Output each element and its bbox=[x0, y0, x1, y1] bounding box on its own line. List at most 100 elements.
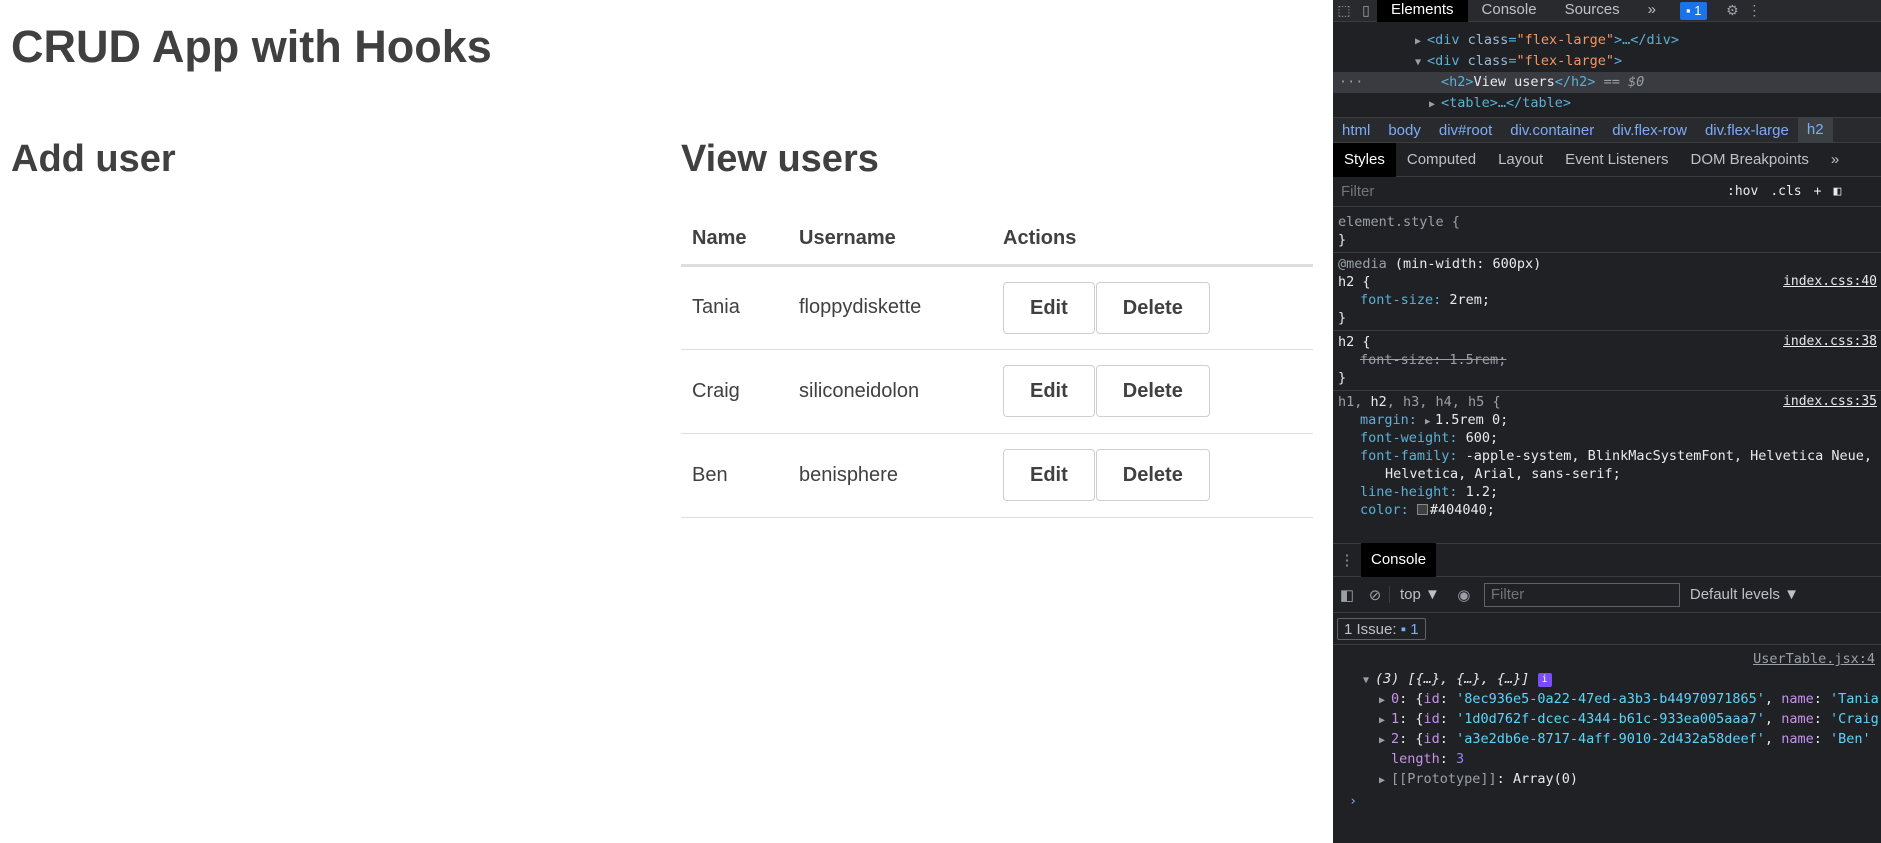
device-toggle-icon[interactable]: ▯ bbox=[1355, 0, 1377, 22]
style-declaration[interactable]: font-family: -apple-system, BlinkMacSyst… bbox=[1338, 447, 1877, 465]
rule-selector[interactable]: h1, h2, h3, h4, h5 {index.css:35 bbox=[1338, 393, 1877, 411]
dom-node-flex-large-expanded[interactable]: ▼ <div class="flex-large"> bbox=[1333, 51, 1881, 72]
delete-button[interactable]: Delete bbox=[1095, 365, 1210, 417]
console-output: UserTable.jsx:4 ▼ (3) [{…}, {…}, {…}] i ▶… bbox=[1333, 645, 1881, 813]
delete-button[interactable]: Delete bbox=[1095, 449, 1210, 501]
live-expression-eye-icon[interactable]: ◉ bbox=[1450, 586, 1478, 604]
style-rule-h2-overridden: h2 {index.css:38 font-size: 1.5rem; } bbox=[1333, 331, 1881, 391]
inspect-element-icon[interactable]: ⬚ bbox=[1333, 0, 1355, 22]
more-options-icon[interactable]: ⋮ bbox=[1743, 0, 1765, 22]
issue-count: 1 bbox=[1694, 2, 1702, 18]
expand-arrow-icon[interactable]: ▶ bbox=[1415, 31, 1427, 52]
rule-selector[interactable]: element.style { bbox=[1338, 213, 1877, 231]
tab-layout[interactable]: Layout bbox=[1487, 143, 1554, 177]
style-declaration[interactable]: margin: ▶ 1.5rem 0; bbox=[1338, 411, 1877, 429]
delete-button[interactable]: Delete bbox=[1095, 281, 1210, 334]
more-subtabs-button[interactable]: » bbox=[1820, 143, 1850, 177]
hover-state-toggle[interactable]: :hov bbox=[1721, 184, 1764, 199]
style-declaration-continued: Helvetica, Arial, sans-serif; bbox=[1385, 466, 1621, 482]
issues-badge[interactable]: ▪ 1 bbox=[1679, 1, 1708, 20]
user-username-cell: siliconeidolon bbox=[788, 349, 992, 434]
rule-close: } bbox=[1338, 232, 1347, 248]
page-title: CRUD App with Hooks bbox=[11, 21, 492, 72]
console-toolbar: ◧ ⊘ top ▼ ◉ Default levels ▼ bbox=[1333, 577, 1881, 613]
source-link[interactable]: index.css:38 bbox=[1783, 333, 1877, 351]
source-link[interactable]: index.css:40 bbox=[1783, 273, 1877, 291]
drawer-tabs: ⋮ Console bbox=[1333, 543, 1881, 577]
issue-icon: ▪ bbox=[1685, 2, 1691, 18]
drawer-tab-console[interactable]: Console bbox=[1361, 543, 1437, 577]
table-row: Tania floppydiskette Edit Delete bbox=[681, 265, 1313, 350]
console-prompt[interactable]: › bbox=[1333, 789, 1881, 813]
source-link[interactable]: UserTable.jsx:4 bbox=[1753, 651, 1875, 667]
breadcrumb: html body div#root div.container div.fle… bbox=[1333, 117, 1881, 143]
breadcrumb-root[interactable]: div#root bbox=[1430, 122, 1501, 139]
color-swatch[interactable] bbox=[1416, 504, 1428, 515]
column-header-username: Username bbox=[788, 214, 992, 267]
style-rule-media-h2: @media (min-width: 600px) h2 {index.css:… bbox=[1333, 253, 1881, 331]
actions-cell: Edit Delete bbox=[992, 433, 1313, 518]
style-declaration-overridden[interactable]: font-size: 1.5rem; bbox=[1338, 351, 1877, 369]
node-actions-icon[interactable]: ··· bbox=[1339, 72, 1363, 93]
tab-elements[interactable]: Elements bbox=[1377, 0, 1468, 22]
style-declaration[interactable]: font-size: 2rem; bbox=[1338, 291, 1877, 309]
dom-node-h2-selected[interactable]: ··· <h2>View users</h2> == $0 bbox=[1333, 72, 1881, 93]
drawer-menu-icon[interactable]: ⋮ bbox=[1333, 551, 1361, 569]
edit-button[interactable]: Edit bbox=[1003, 281, 1095, 334]
table-header-row: Name Username Actions bbox=[681, 214, 1313, 267]
style-declaration[interactable]: color: #404040; bbox=[1338, 501, 1877, 519]
tab-computed[interactable]: Computed bbox=[1396, 143, 1487, 177]
clear-console-icon[interactable]: ⊘ bbox=[1361, 586, 1389, 604]
breadcrumb-h2[interactable]: h2 bbox=[1797, 117, 1833, 143]
console-array-item[interactable]: ▶ 0: {id: '8ec936e5-0a22-47ed-a3b3-b44970… bbox=[1333, 689, 1881, 709]
add-user-heading: Add user bbox=[11, 138, 176, 180]
style-declaration[interactable]: font-weight: 600; bbox=[1338, 429, 1877, 447]
class-toggle[interactable]: .cls bbox=[1764, 184, 1807, 199]
style-rule-headings: h1, h2, h3, h4, h5 {index.css:35 margin:… bbox=[1333, 391, 1881, 522]
source-link[interactable]: index.css:35 bbox=[1783, 393, 1877, 411]
console-array-item[interactable]: ▶ 1: {id: '1d0d762f-dcec-4344-b61c-933ea0… bbox=[1333, 709, 1881, 729]
dom-node-table[interactable]: ▶ <table>…</table> bbox=[1333, 93, 1881, 114]
context-selector[interactable]: top ▼ bbox=[1389, 586, 1450, 603]
log-levels-dropdown[interactable]: Default levels ▼ bbox=[1680, 586, 1799, 603]
user-username-cell: benisphere bbox=[788, 433, 992, 518]
console-array-summary[interactable]: ▼ (3) [{…}, {…}, {…}] i bbox=[1333, 669, 1881, 689]
toggle-sidebar-icon[interactable]: ◧ bbox=[1827, 184, 1847, 199]
info-icon[interactable]: i bbox=[1537, 673, 1552, 687]
breadcrumb-body[interactable]: body bbox=[1379, 122, 1430, 139]
collapse-arrow-icon[interactable]: ▼ bbox=[1363, 671, 1375, 691]
console-sidebar-icon[interactable]: ◧ bbox=[1333, 586, 1361, 604]
breadcrumb-html[interactable]: html bbox=[1333, 122, 1379, 139]
rule-selector[interactable]: h2 {index.css:38 bbox=[1338, 333, 1877, 351]
table-row: Ben benisphere Edit Delete bbox=[681, 433, 1313, 518]
console-filter-input[interactable] bbox=[1483, 582, 1680, 607]
style-declaration[interactable]: line-height: 1.2; bbox=[1338, 483, 1877, 501]
view-users-heading: View users bbox=[681, 138, 879, 180]
tab-dom-breakpoints[interactable]: DOM Breakpoints bbox=[1680, 143, 1820, 177]
breadcrumb-flex-large[interactable]: div.flex-large bbox=[1696, 122, 1798, 139]
user-name-cell: Tania bbox=[681, 265, 788, 350]
issues-row: 1 Issue: ▪ 1 bbox=[1333, 613, 1881, 645]
rule-selector[interactable]: h2 {index.css:40 bbox=[1338, 273, 1877, 291]
edit-button[interactable]: Edit bbox=[1003, 365, 1095, 417]
dom-node-flex-large-collapsed[interactable]: ▶ <div class="flex-large">…</div> bbox=[1333, 30, 1881, 51]
tab-console[interactable]: Console bbox=[1468, 0, 1551, 22]
styles-filter-input[interactable] bbox=[1333, 179, 1721, 204]
console-array-item[interactable]: ▶ 2: {id: 'a3e2db6e-8717-4aff-9010-2d432a… bbox=[1333, 729, 1881, 749]
breadcrumb-container[interactable]: div.container bbox=[1501, 122, 1603, 139]
more-tabs-button[interactable]: » bbox=[1634, 0, 1670, 22]
style-rule-element: element.style { } bbox=[1333, 211, 1881, 253]
collapse-arrow-icon[interactable]: ▼ bbox=[1415, 52, 1427, 73]
tab-event-listeners[interactable]: Event Listeners bbox=[1554, 143, 1679, 177]
table-row: Craig siliconeidolon Edit Delete bbox=[681, 349, 1313, 434]
new-rule-icon[interactable]: + bbox=[1808, 184, 1828, 199]
breadcrumb-flex-row[interactable]: div.flex-row bbox=[1603, 122, 1696, 139]
user-name-cell: Craig bbox=[681, 349, 788, 434]
tab-sources[interactable]: Sources bbox=[1551, 0, 1634, 22]
edit-button[interactable]: Edit bbox=[1003, 449, 1095, 501]
settings-gear-icon[interactable]: ⚙ bbox=[1721, 0, 1743, 22]
issues-link[interactable]: 1 Issue: ▪ 1 bbox=[1337, 617, 1426, 640]
console-array-prototype[interactable]: ▶ [[Prototype]]: Array(0) bbox=[1333, 769, 1881, 789]
tab-styles[interactable]: Styles bbox=[1333, 142, 1396, 177]
expand-arrow-icon[interactable]: ▶ bbox=[1429, 94, 1441, 115]
